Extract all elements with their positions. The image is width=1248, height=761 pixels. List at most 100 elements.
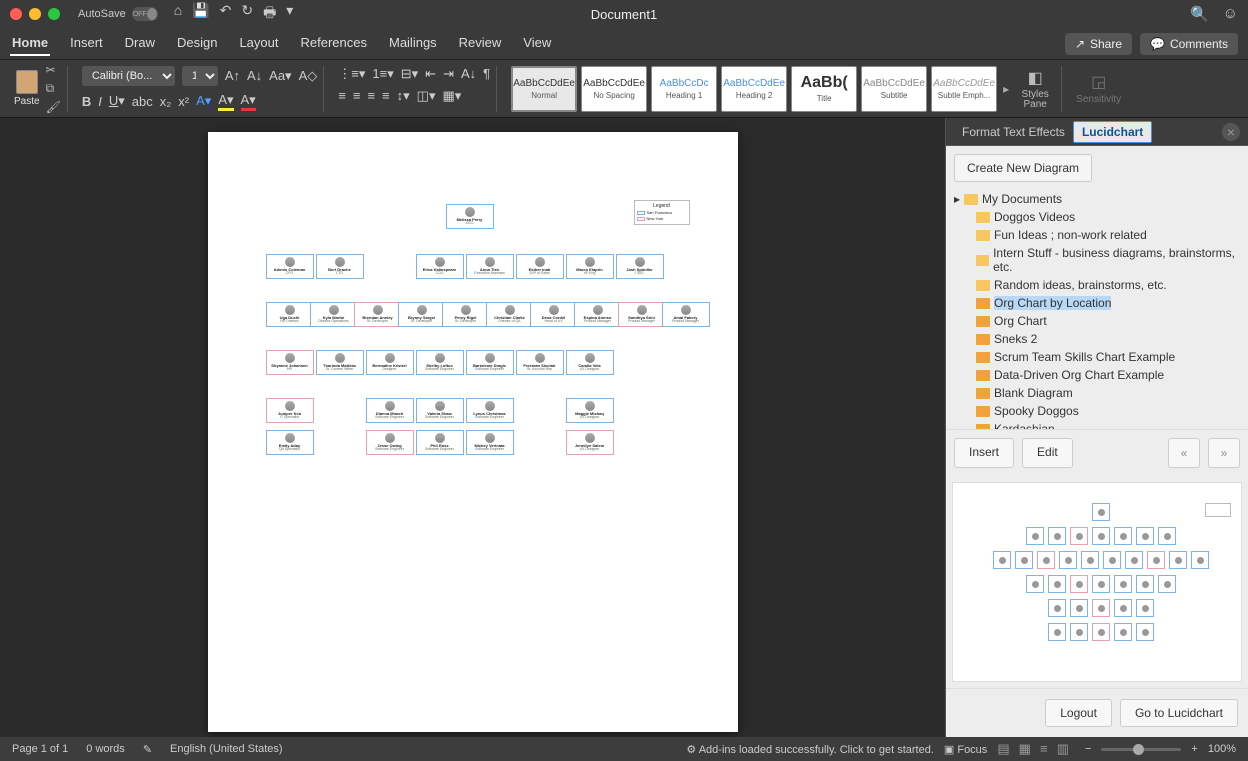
fullscreen-window[interactable] bbox=[48, 8, 60, 20]
bullets-icon[interactable]: ⋮≡▾ bbox=[338, 66, 365, 82]
menu-tab-draw[interactable]: Draw bbox=[123, 31, 157, 56]
home-icon[interactable]: ⌂ bbox=[174, 2, 182, 26]
tree-item[interactable]: Random ideas, brainstorms, etc. bbox=[954, 276, 1240, 294]
strikethrough-icon[interactable]: abc bbox=[132, 94, 153, 109]
subscript-icon[interactable]: x₂ bbox=[160, 94, 172, 109]
shading-icon[interactable]: ◫▾ bbox=[417, 88, 436, 104]
print-layout-icon[interactable]: ▤ bbox=[997, 741, 1009, 756]
grow-font-icon[interactable]: A↑ bbox=[225, 68, 240, 83]
menu-tab-layout[interactable]: Layout bbox=[237, 31, 280, 56]
go-to-lucidchart-button[interactable]: Go to Lucidchart bbox=[1120, 699, 1238, 727]
zoom-slider[interactable] bbox=[1101, 748, 1181, 751]
style-title[interactable]: AaBb(Title bbox=[791, 66, 857, 112]
tree-item[interactable]: Fun Ideas ; non-work related bbox=[954, 226, 1240, 244]
close-panel-icon[interactable]: × bbox=[1222, 123, 1240, 141]
spellcheck-icon[interactable]: ✎ bbox=[143, 743, 152, 756]
menu-tab-design[interactable]: Design bbox=[175, 31, 219, 56]
outline-icon[interactable]: ≡ bbox=[1040, 741, 1048, 756]
language-indicator[interactable]: English (United States) bbox=[170, 743, 283, 755]
page-indicator[interactable]: Page 1 of 1 bbox=[12, 743, 68, 755]
save-icon[interactable]: 💾 bbox=[192, 2, 209, 26]
justify-icon[interactable]: ≡ bbox=[382, 88, 390, 103]
font-size-select[interactable]: 12 bbox=[182, 66, 218, 86]
numbering-icon[interactable]: 1≡▾ bbox=[372, 66, 393, 82]
menu-tab-mailings[interactable]: Mailings bbox=[387, 31, 439, 56]
tab-lucidchart[interactable]: Lucidchart bbox=[1073, 121, 1152, 143]
shrink-font-icon[interactable]: A↓ bbox=[247, 68, 262, 83]
tree-item[interactable]: Intern Stuff - business diagrams, brains… bbox=[954, 244, 1240, 276]
print-icon[interactable]: 🖶 bbox=[263, 2, 276, 26]
style-gallery-more-icon[interactable]: ▸ bbox=[1003, 82, 1009, 96]
tree-item[interactable]: Sneks 2 bbox=[954, 330, 1240, 348]
paste-button[interactable]: Paste bbox=[14, 70, 40, 107]
next-page-button[interactable]: » bbox=[1208, 438, 1240, 468]
superscript-icon[interactable]: x² bbox=[178, 94, 189, 109]
multilevel-icon[interactable]: ⊟▾ bbox=[401, 66, 418, 82]
tree-item[interactable]: Data-Driven Org Chart Example bbox=[954, 366, 1240, 384]
draft-icon[interactable]: ▥ bbox=[1057, 741, 1069, 756]
style-normal[interactable]: AaBbCcDdEeNormal bbox=[511, 66, 577, 112]
logout-button[interactable]: Logout bbox=[1045, 699, 1112, 727]
redo-icon[interactable]: ↻ bbox=[241, 2, 253, 26]
style-heading-1[interactable]: AaBbCcDcHeading 1 bbox=[651, 66, 717, 112]
document-canvas[interactable]: Legend San Francisco New York Melissa Pe… bbox=[0, 118, 945, 737]
close-window[interactable] bbox=[10, 8, 22, 20]
tree-item[interactable]: Org Chart bbox=[954, 312, 1240, 330]
zoom-level[interactable]: 100% bbox=[1208, 743, 1236, 755]
web-layout-icon[interactable]: ▦ bbox=[1019, 741, 1031, 756]
tree-item[interactable]: Org Chart by Location bbox=[954, 294, 1240, 312]
tab-format-text-effects[interactable]: Format Text Effects bbox=[954, 122, 1073, 142]
copy-icon[interactable]: ⧉ bbox=[46, 81, 61, 96]
menu-tab-review[interactable]: Review bbox=[457, 31, 504, 56]
style-subtle-emph-[interactable]: AaBbCcDdEeSubtle Emph... bbox=[931, 66, 997, 112]
align-left-icon[interactable]: ≡ bbox=[338, 88, 346, 103]
text-effects-icon[interactable]: A▾ bbox=[196, 93, 211, 109]
account-icon[interactable]: ☺ bbox=[1223, 5, 1238, 23]
tree-root[interactable]: ▸ My Documents bbox=[954, 190, 1240, 208]
menu-tab-view[interactable]: View bbox=[521, 31, 553, 56]
menu-tab-home[interactable]: Home bbox=[10, 31, 50, 56]
zoom-in-icon[interactable]: + bbox=[1191, 743, 1197, 755]
change-case-icon[interactable]: Aa▾ bbox=[269, 68, 291, 84]
styles-pane-button[interactable]: ◧ Styles Pane bbox=[1015, 68, 1055, 110]
tree-item[interactable]: Spooky Doggos bbox=[954, 402, 1240, 420]
format-painter-icon[interactable]: 🖌 bbox=[46, 100, 61, 114]
highlight-icon[interactable]: A▾ bbox=[218, 92, 233, 111]
create-new-diagram-button[interactable]: Create New Diagram bbox=[954, 154, 1092, 182]
insert-button[interactable]: Insert bbox=[954, 438, 1014, 468]
focus-mode[interactable]: ▣ Focus bbox=[944, 743, 987, 756]
cut-icon[interactable]: ✂ bbox=[46, 63, 61, 77]
tree-item[interactable]: Scrum Team Skills Chart Example bbox=[954, 348, 1240, 366]
customize-icon[interactable]: ▾ bbox=[286, 2, 293, 26]
align-right-icon[interactable]: ≡ bbox=[367, 88, 375, 103]
borders-icon[interactable]: ▦▾ bbox=[442, 88, 461, 104]
menu-tab-references[interactable]: References bbox=[299, 31, 369, 56]
share-button[interactable]: ↗ Share bbox=[1065, 33, 1132, 55]
menu-tab-insert[interactable]: Insert bbox=[68, 31, 105, 56]
undo-icon[interactable]: ↶ bbox=[220, 2, 232, 26]
edit-button[interactable]: Edit bbox=[1022, 438, 1073, 468]
sort-icon[interactable]: A↓ bbox=[461, 66, 476, 81]
autosave-toggle[interactable]: AutoSave OFF bbox=[78, 7, 158, 21]
tree-item[interactable]: Doggos Videos bbox=[954, 208, 1240, 226]
style-no-spacing[interactable]: AaBbCcDdEeNo Spacing bbox=[581, 66, 647, 112]
comments-button[interactable]: 💬 Comments bbox=[1140, 33, 1238, 55]
bold-icon[interactable]: B bbox=[82, 94, 91, 109]
underline-icon[interactable]: U▾ bbox=[109, 93, 125, 109]
tree-item[interactable]: Blank Diagram bbox=[954, 384, 1240, 402]
line-spacing-icon[interactable]: ↕▾ bbox=[397, 88, 410, 104]
italic-icon[interactable]: I bbox=[98, 94, 102, 109]
show-marks-icon[interactable]: ¶ bbox=[483, 66, 490, 81]
increase-indent-icon[interactable]: ⇥ bbox=[443, 66, 454, 82]
minimize-window[interactable] bbox=[29, 8, 41, 20]
prev-page-button[interactable]: « bbox=[1168, 438, 1200, 468]
decrease-indent-icon[interactable]: ⇤ bbox=[425, 66, 436, 82]
style-heading-2[interactable]: AaBbCcDdEeHeading 2 bbox=[721, 66, 787, 112]
font-color-icon[interactable]: A▾ bbox=[241, 92, 256, 111]
font-name-select[interactable]: Calibri (Bo... bbox=[82, 66, 175, 86]
style-subtitle[interactable]: AaBbCcDdEeSubtitle bbox=[861, 66, 927, 112]
word-count[interactable]: 0 words bbox=[86, 743, 125, 755]
clear-format-icon[interactable]: A◇ bbox=[299, 68, 318, 84]
search-icon[interactable]: 🔍 bbox=[1190, 5, 1209, 23]
addins-status[interactable]: ⚙ Add-ins loaded successfully. Click to … bbox=[686, 743, 934, 756]
